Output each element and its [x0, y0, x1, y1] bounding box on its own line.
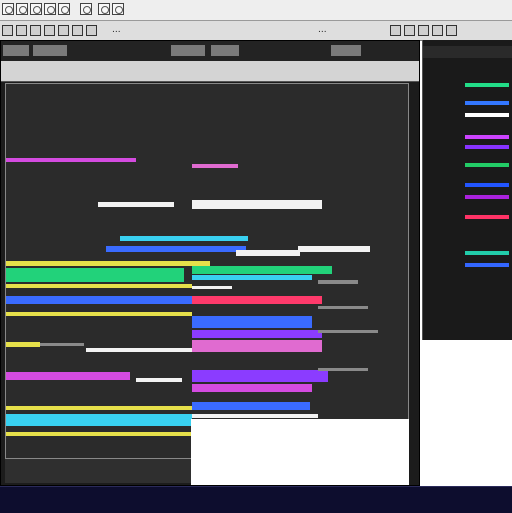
- side-panel-row-swatch: [465, 83, 509, 87]
- render-bar-19: [192, 316, 312, 328]
- render-bar-23: [6, 342, 40, 347]
- render-bar-25: [86, 348, 196, 352]
- render-bar-7: [236, 250, 300, 256]
- side-panel-row-swatch: [465, 135, 509, 139]
- render-bar-11: [192, 266, 332, 274]
- render-bar-30: [192, 384, 312, 392]
- toolbar: [0, 0, 512, 21]
- render-bar-31: [318, 368, 368, 371]
- main-window: [0, 40, 420, 486]
- strip-tool-button-4[interactable]: [432, 25, 443, 36]
- side-panel-row[interactable]: [427, 248, 509, 258]
- side-panel-row-swatch: [465, 183, 509, 187]
- undo-icon[interactable]: [80, 3, 92, 15]
- status-panel: [5, 459, 191, 483]
- side-panel-row-swatch: [465, 195, 509, 199]
- redo-icon[interactable]: [98, 3, 110, 15]
- side-panel-row[interactable]: [427, 80, 509, 90]
- side-panel-row[interactable]: [427, 132, 509, 142]
- render-bar-17: [192, 296, 322, 304]
- strip-button-2[interactable]: [16, 25, 27, 36]
- secondary-toolbar: ... ...: [0, 21, 512, 41]
- render-bar-18: [6, 312, 192, 316]
- side-panel-blank: [422, 340, 512, 486]
- strip-tool-button-5[interactable]: [446, 25, 457, 36]
- render-bar-9: [6, 261, 210, 266]
- strip-button-4[interactable]: [44, 25, 55, 36]
- render-bar-2: [192, 164, 238, 168]
- side-panel: [422, 40, 512, 340]
- open-icon[interactable]: [2, 3, 14, 15]
- render-bar-26: [192, 340, 322, 352]
- side-panel-row[interactable]: [427, 142, 509, 152]
- strip-right-label: ...: [318, 25, 327, 35]
- side-panel-row[interactable]: [427, 260, 509, 270]
- render-bar-34: [192, 402, 310, 410]
- strip-button-5[interactable]: [58, 25, 69, 36]
- render-bar-15: [318, 280, 358, 284]
- strip-tool-button-2[interactable]: [404, 25, 415, 36]
- paste-icon[interactable]: [58, 3, 70, 15]
- render-bar-12: [192, 275, 312, 280]
- side-panel-row-swatch: [465, 101, 509, 105]
- render-bar-22: [318, 330, 378, 333]
- side-panel-row-swatch: [465, 163, 509, 167]
- side-panel-row-swatch: [465, 113, 509, 117]
- render-canvas[interactable]: [5, 83, 409, 459]
- menu-item-1[interactable]: [3, 45, 29, 56]
- taskbar: [0, 486, 512, 513]
- render-bar-1: [6, 158, 136, 162]
- render-bar-14: [192, 286, 232, 289]
- side-panel-row-swatch: [465, 263, 509, 267]
- menu-item-3[interactable]: [171, 45, 205, 56]
- render-bar-35: [192, 414, 318, 418]
- menu-bar: [1, 41, 419, 62]
- render-bar-4: [192, 200, 322, 209]
- render-bar-5: [120, 236, 248, 241]
- preview-area: [191, 419, 409, 485]
- strip-button-1[interactable]: [2, 25, 13, 36]
- side-panel-row[interactable]: [427, 180, 509, 190]
- render-bar-24: [40, 343, 84, 346]
- render-bar-29: [192, 370, 328, 382]
- strip-tool-button-1[interactable]: [390, 25, 401, 36]
- render-bar-36: [6, 432, 192, 436]
- menu-item-5[interactable]: [331, 45, 361, 56]
- render-icon[interactable]: [112, 3, 124, 15]
- side-panel-row[interactable]: [427, 160, 509, 170]
- render-bar-21: [318, 306, 368, 309]
- render-bar-32: [6, 406, 218, 410]
- window-title-bar[interactable]: [1, 61, 419, 82]
- strip-button-6[interactable]: [72, 25, 83, 36]
- render-bar-10: [6, 268, 184, 282]
- strip-button-7[interactable]: [86, 25, 97, 36]
- copy-icon[interactable]: [44, 3, 56, 15]
- side-panel-row[interactable]: [427, 98, 509, 108]
- render-bar-13: [6, 284, 192, 288]
- render-bar-16: [6, 296, 196, 304]
- side-panel-row-swatch: [465, 145, 509, 149]
- save-icon[interactable]: [16, 3, 28, 15]
- strip-button-3[interactable]: [30, 25, 41, 36]
- render-bar-6: [106, 246, 246, 252]
- cut-icon[interactable]: [30, 3, 42, 15]
- side-panel-row-swatch: [465, 215, 509, 219]
- strip-left-label: ...: [112, 25, 121, 35]
- render-bar-27: [6, 372, 130, 380]
- render-bar-3: [98, 202, 174, 207]
- render-bar-33: [6, 414, 192, 426]
- side-panel-row[interactable]: [427, 110, 509, 120]
- render-bar-8: [298, 246, 370, 252]
- side-panel-row-swatch: [465, 251, 509, 255]
- menu-item-2[interactable]: [33, 45, 67, 56]
- side-panel-row[interactable]: [427, 212, 509, 222]
- menu-item-4[interactable]: [211, 45, 239, 56]
- strip-tool-button-3[interactable]: [418, 25, 429, 36]
- side-panel-row[interactable]: [427, 192, 509, 202]
- side-panel-header: [423, 46, 512, 58]
- render-bar-28: [136, 378, 182, 382]
- render-bar-20: [192, 330, 322, 338]
